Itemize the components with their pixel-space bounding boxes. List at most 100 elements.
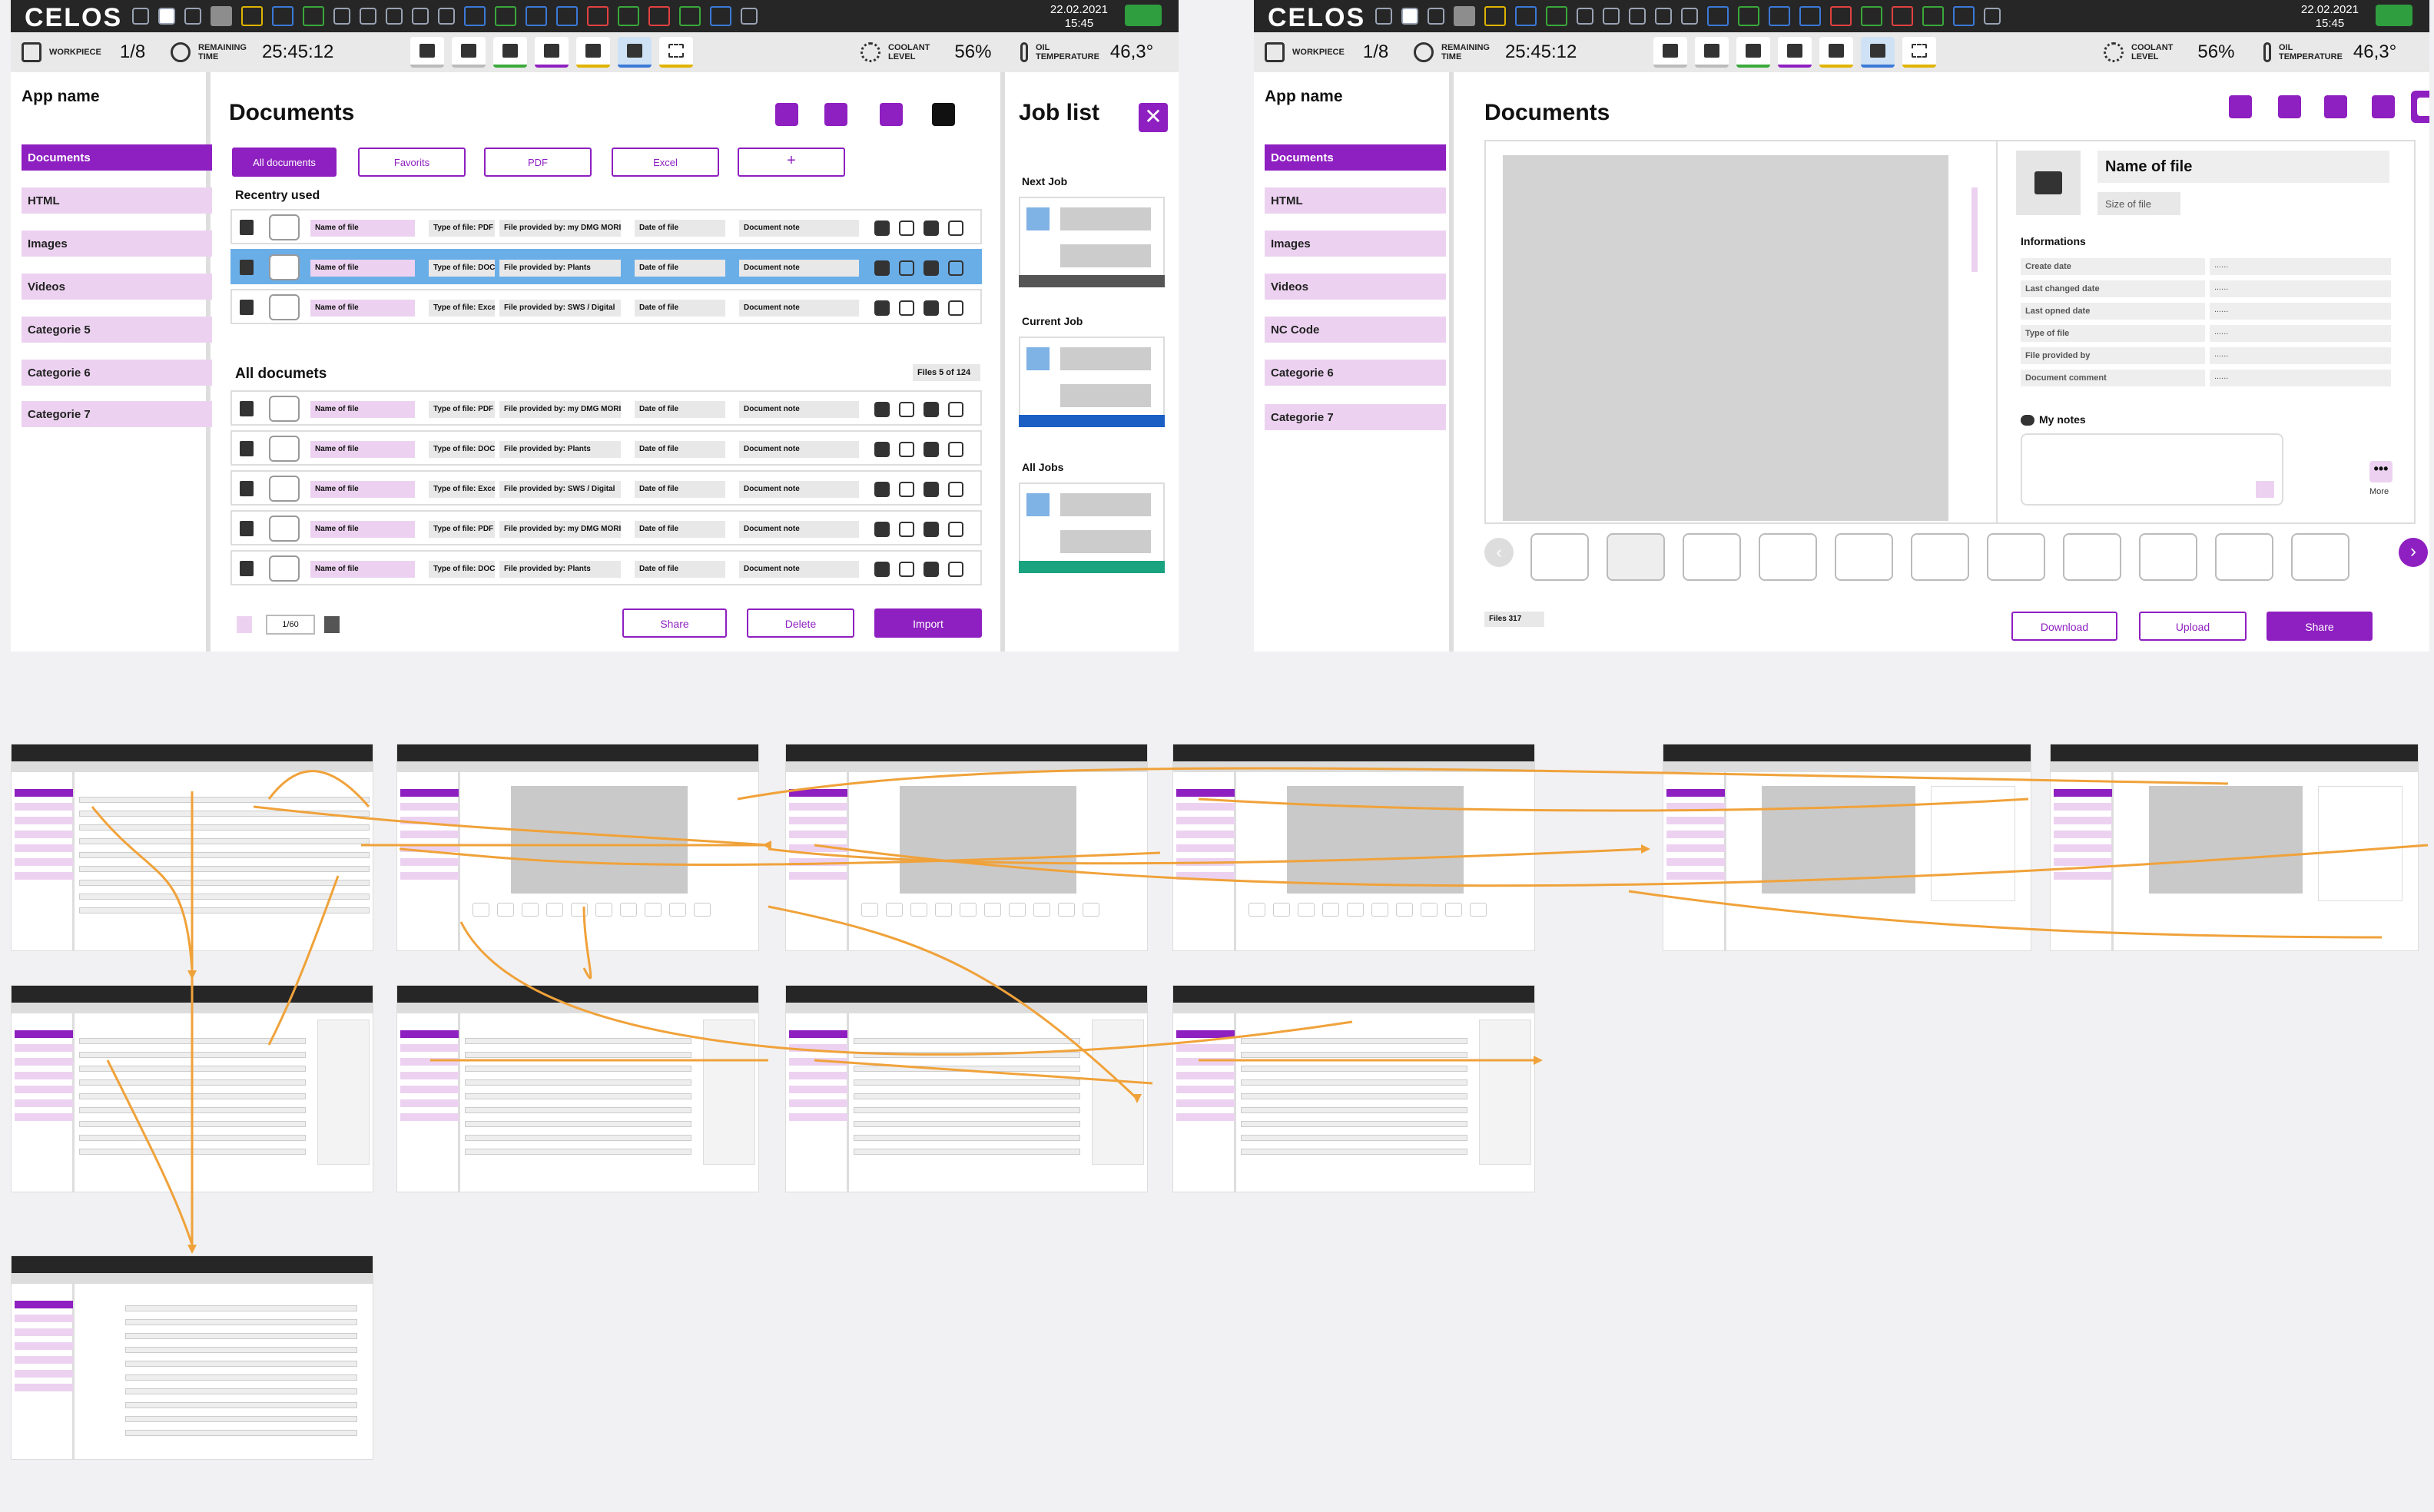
flow-screen-thumbnail[interactable] [1172,985,1535,1192]
comment-icon[interactable] [873,440,891,459]
network-icon[interactable] [1984,8,2001,25]
sidebar-item-nc-code[interactable]: NC Code [1265,317,1446,343]
drag-handle-icon[interactable] [240,561,254,576]
page-thumbnail[interactable] [1607,533,1665,581]
flow-screen-thumbnail[interactable] [396,985,759,1192]
sidebar-item-categorie-7[interactable]: Categorie 7 [1265,404,1446,430]
page-thumbnail[interactable] [2063,533,2121,581]
tool-icon[interactable] [272,6,293,26]
document-row[interactable]: Name of file Type of file: PDF File provid… [230,209,982,244]
checkbox-icon[interactable] [947,520,965,539]
gear-icon[interactable] [1546,6,1567,26]
comment-icon[interactable] [873,219,891,237]
document-row[interactable]: Name of file Type of file: PDF File provid… [230,390,982,426]
page-thumbnail[interactable] [1530,533,1589,581]
antenna-icon[interactable] [1953,6,1975,26]
share-icon[interactable] [922,560,940,579]
pen-icon[interactable] [464,6,486,26]
cloud-icon[interactable] [679,6,701,26]
chip-pdf[interactable]: PDF [484,148,592,177]
page-indicator[interactable]: 1/60 [266,615,315,635]
window-icon[interactable] [1428,8,1444,25]
next-page-button[interactable] [324,616,340,633]
document-row[interactable]: Name of file Type of file: Excel File prov… [230,289,982,324]
share-icon[interactable] [922,480,940,499]
drag-handle-icon[interactable] [240,220,254,235]
star-icon[interactable] [897,400,916,419]
window-icon[interactable] [184,8,201,25]
machine-button[interactable] [1736,37,1770,68]
checkbox-icon[interactable] [947,259,965,277]
flow-screen-thumbnail[interactable] [785,744,1148,951]
machine-icon[interactable] [211,6,232,26]
star-icon[interactable] [897,219,916,237]
us-icon[interactable] [1577,8,1593,25]
sidebar-item-documents[interactable]: Documents [22,144,212,171]
calculator-button[interactable] [1819,37,1853,68]
flow-screen-thumbnail[interactable] [785,985,1148,1192]
sidebar-item-categorie-6[interactable]: Categorie 6 [1265,360,1446,386]
share-button[interactable]: Share [2267,612,2373,641]
search-button[interactable] [770,98,804,131]
comment-icon[interactable] [873,400,891,419]
machine-icon[interactable] [1454,6,1475,26]
sidebar-item-documents[interactable]: Documents [1265,144,1446,171]
page-thumbnail[interactable] [1759,533,1817,581]
antenna-icon[interactable] [710,6,731,26]
plug-icon[interactable] [1861,6,1882,26]
share-button[interactable]: Share [622,608,727,638]
document-row[interactable]: Name of file Type of file: PDF File provid… [230,510,982,545]
document-row[interactable]: Name of file Type of file: Excel File prov… [230,470,982,506]
preview-scrollbar[interactable] [1971,187,1978,272]
page-thumbnail[interactable] [2215,533,2273,581]
page-thumbnail[interactable] [1835,533,1893,581]
share-icon[interactable] [922,400,940,419]
sidebar-item-categorie-7[interactable]: Categorie 7 [22,401,212,427]
comment-icon[interactable] [873,299,891,317]
checkbox-icon[interactable] [947,480,965,499]
checkbox-icon[interactable] [947,560,965,579]
window-icon[interactable] [132,8,149,25]
sync-icon[interactable] [1799,6,1821,26]
clock-icon[interactable] [526,6,547,26]
star-icon[interactable] [897,480,916,499]
share-icon[interactable] [922,219,940,237]
notes-field[interactable] [2021,433,2283,506]
sidebar-item-categorie-5[interactable]: Categorie 5 [22,317,212,343]
drag-handle-icon[interactable] [240,260,254,275]
select-button[interactable] [659,37,693,68]
document-preview[interactable] [1503,155,1948,521]
share-icon[interactable] [922,440,940,459]
clock-icon[interactable] [1769,6,1790,26]
thumbs-next-button[interactable]: › [2399,538,2428,567]
filter-button[interactable] [819,98,853,131]
comment-icon[interactable] [873,259,891,277]
drag-handle-icon[interactable] [240,481,254,496]
sidebar-item-videos[interactable]: Videos [1265,274,1446,300]
comment-icon[interactable] [873,560,891,579]
page-thumbnail[interactable] [1911,533,1969,581]
layout-button[interactable] [1778,37,1812,68]
close-job-list-button[interactable]: ✕ [1139,103,1168,132]
settings-icon[interactable] [648,6,670,26]
apps-button[interactable] [452,37,486,68]
pen-icon[interactable] [1707,6,1729,26]
tile-view-button[interactable] [2319,91,2353,123]
flow-screen-thumbnail[interactable] [11,744,373,951]
us-icon[interactable] [333,8,350,25]
drag-handle-icon[interactable] [240,401,254,416]
search-button[interactable] [2223,91,2257,123]
tool-icon[interactable] [1515,6,1537,26]
flow-screen-thumbnail[interactable] [2050,744,2419,951]
document-row[interactable]: Name of file Type of file: DOC File provid… [230,430,982,466]
atc-icon[interactable] [241,6,263,26]
star-icon[interactable] [897,560,916,579]
alarm-icon[interactable] [587,6,608,26]
spindle-icon[interactable] [412,8,429,25]
star-icon[interactable] [897,259,916,277]
share-icon[interactable] [922,299,940,317]
prev-page-button[interactable] [237,616,252,633]
drag-handle-icon[interactable] [240,441,254,456]
filter-button[interactable] [2273,91,2306,123]
sidebar-item-images[interactable]: Images [1265,230,1446,257]
